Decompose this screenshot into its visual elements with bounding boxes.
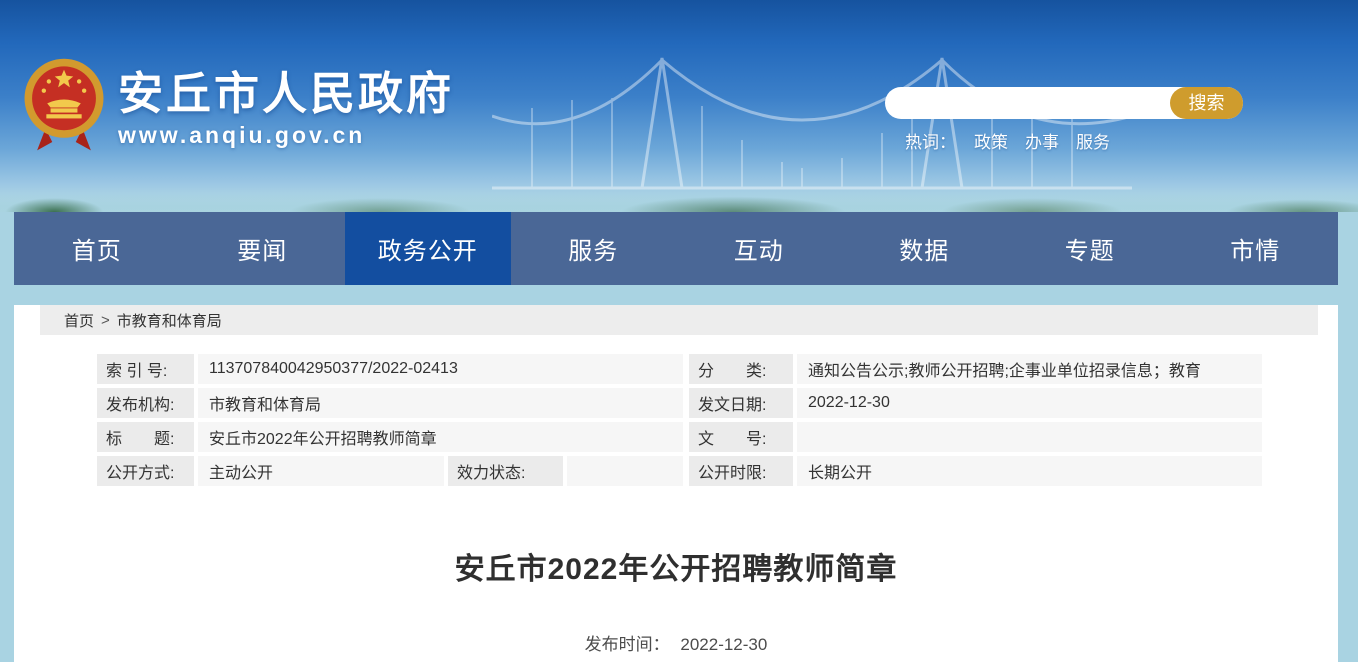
breadcrumb: 首页 > 市教育和体育局 [40,305,1318,335]
title-label: 标 题: [97,422,194,452]
document-metadata-table: 索 引 号: 113707840042950377/2022-02413 分 类… [97,354,1262,486]
hot-word-affairs[interactable]: 办事 [1025,128,1059,153]
open-mode-value: 主动公开 [198,456,444,486]
site-logo-block[interactable]: 安丘市人民政府 www.anqiu.gov.cn [22,56,454,154]
main-navbar: 首页 要闻 政务公开 服务 互动 数据 专题 市情 [14,212,1338,285]
nav-item-home[interactable]: 首页 [14,212,180,285]
content-panel: 首页 > 市教育和体育局 索 引 号: 113707840042950377/2… [14,305,1338,662]
meta-row-4: 公开方式: 主动公开 效力状态: 公开时限: 长期公开 [97,456,1262,486]
site-header: 安丘市人民政府 www.anqiu.gov.cn 搜索 热词： 政策 办事 服务 [0,0,1358,212]
meta-row-1: 索 引 号: 113707840042950377/2022-02413 分 类… [97,354,1262,384]
publisher-value: 市教育和体育局 [198,388,683,418]
search-area: 搜索 热词： 政策 办事 服务 [885,87,1243,153]
nav-item-topics[interactable]: 专题 [1007,212,1173,285]
hot-words: 热词： 政策 办事 服务 [885,128,1243,153]
doc-number-value [797,422,1262,452]
open-mode-label: 公开方式: [97,456,194,486]
nav-item-news[interactable]: 要闻 [180,212,346,285]
publish-time-label: 发布时间： [585,635,670,654]
publisher-label: 发布机构: [97,388,194,418]
meta-row-3: 标 题: 安丘市2022年公开招聘教师简章 文 号: [97,422,1262,452]
open-period-label: 公开时限: [689,456,793,486]
nav-item-city-info[interactable]: 市情 [1173,212,1339,285]
nav-item-services[interactable]: 服务 [511,212,677,285]
validity-status-value [567,456,683,486]
index-number-label: 索 引 号: [97,354,194,384]
nav-item-gov-affairs[interactable]: 政务公开 [345,212,511,285]
open-period-value: 长期公开 [797,456,1262,486]
doc-number-label: 文 号: [689,422,793,452]
hot-word-service[interactable]: 服务 [1076,128,1110,153]
issue-date-value: 2022-12-30 [797,388,1262,418]
validity-status-label: 效力状态: [448,456,563,486]
hot-word-policy[interactable]: 政策 [974,128,1008,153]
nav-item-data[interactable]: 数据 [842,212,1008,285]
publish-time-line: 发布时间： 2022-12-30 [14,630,1338,655]
index-number-value: 113707840042950377/2022-02413 [198,354,683,384]
breadcrumb-current[interactable]: 市教育和体育局 [117,310,222,331]
site-url: www.anqiu.gov.cn [118,122,454,149]
category-label: 分 类: [689,354,793,384]
issue-date-label: 发文日期: [689,388,793,418]
nav-item-interaction[interactable]: 互动 [676,212,842,285]
meta-row-2: 发布机构: 市教育和体育局 发文日期: 2022-12-30 [97,388,1262,418]
national-emblem-logo [22,56,106,154]
publish-time-value: 2022-12-30 [680,635,767,654]
search-button[interactable]: 搜索 [1170,87,1243,119]
title-value: 安丘市2022年公开招聘教师简章 [198,422,683,452]
site-identity: 安丘市人民政府 www.anqiu.gov.cn [118,70,454,149]
hot-words-label: 热词： [905,128,956,153]
article-title: 安丘市2022年公开招聘教师简章 [14,544,1338,588]
breadcrumb-separator: > [101,312,110,329]
breadcrumb-home[interactable]: 首页 [64,310,94,331]
site-title: 安丘市人民政府 [118,70,454,117]
category-value: 通知公告公示;教师公开招聘;企事业单位招录信息；教育 [797,354,1262,384]
